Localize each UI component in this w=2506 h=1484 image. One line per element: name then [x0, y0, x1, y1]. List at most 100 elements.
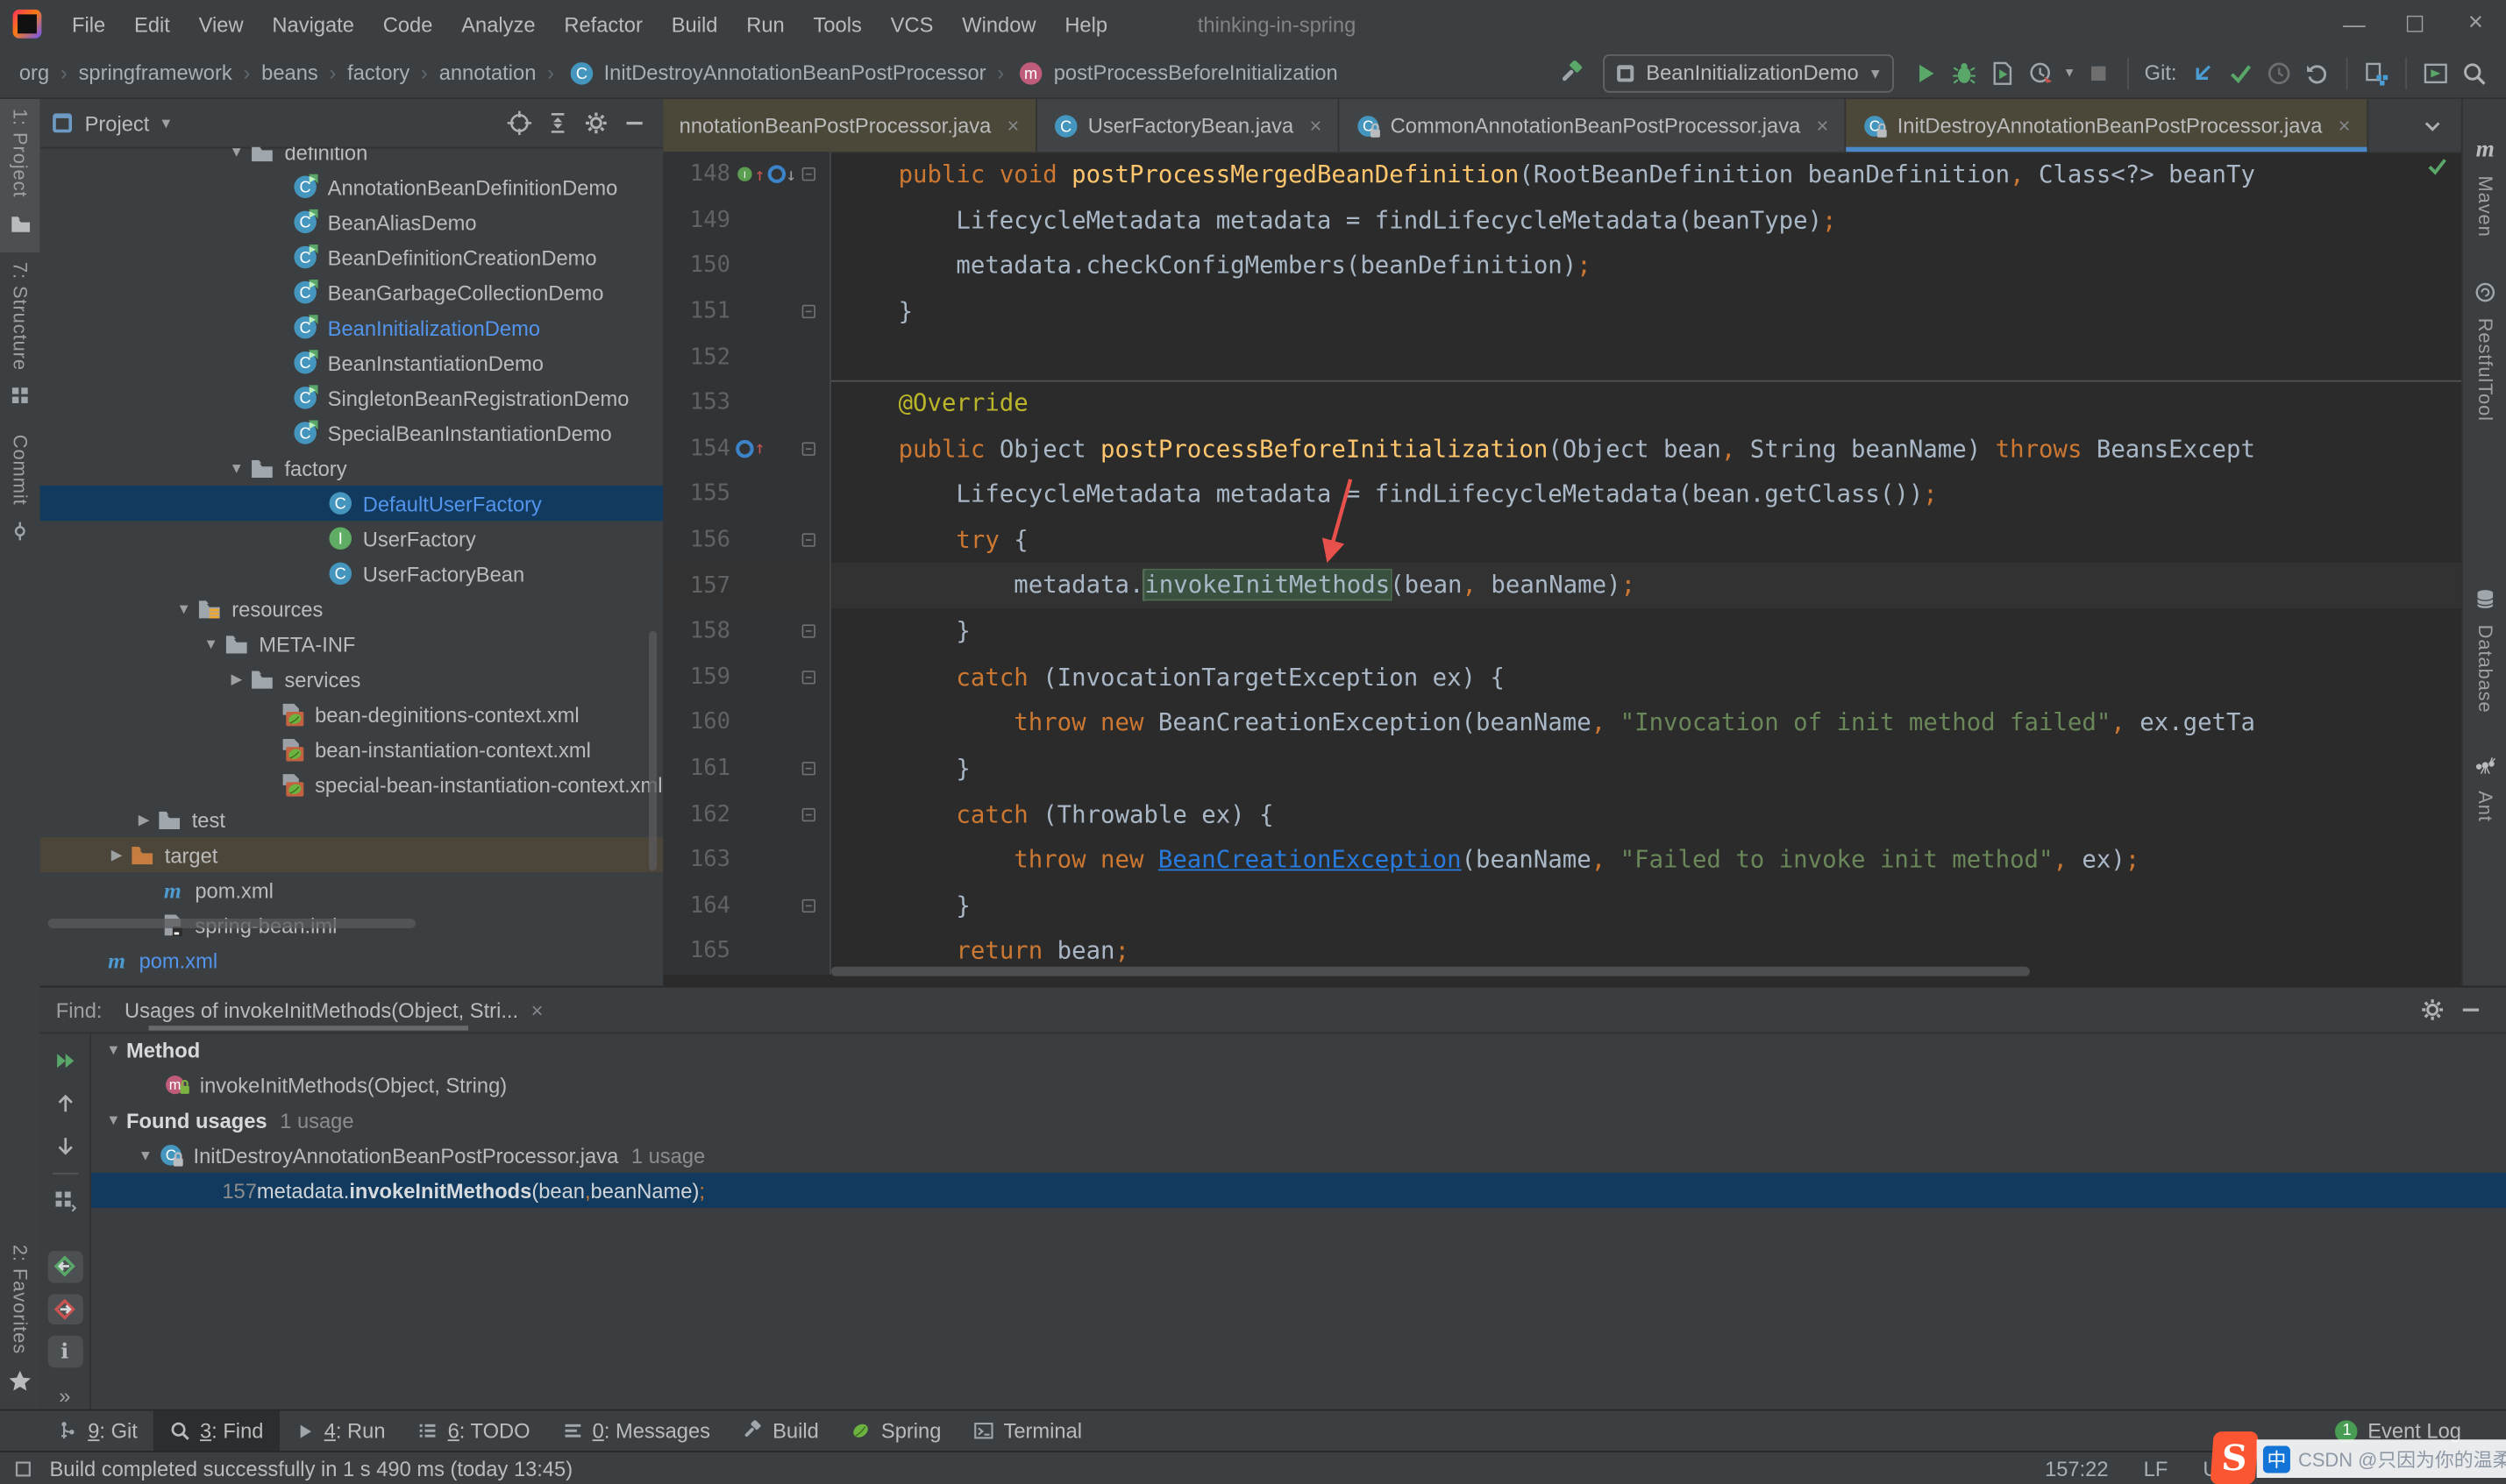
project-header-label[interactable]: Project [85, 111, 150, 135]
navigate-with-single-click-button[interactable] [47, 1251, 82, 1282]
tab-close-icon[interactable]: × [2339, 113, 2351, 137]
locate-file-button-icon[interactable] [501, 103, 539, 142]
toolwindow-0-messages[interactable]: 0: Messages [546, 1410, 726, 1451]
tree-expand-icon[interactable]: ▼ [224, 147, 249, 160]
line-number[interactable]: 153 [663, 390, 730, 415]
menu-navigate[interactable]: Navigate [258, 0, 368, 48]
tree-item-beaninitializationdemo[interactable]: C BeanInitializationDemo [40, 310, 664, 345]
tree-item-factory[interactable]: ▼ factory [40, 451, 664, 486]
fold-marker-icon[interactable] [796, 759, 822, 778]
find-settings-button-icon[interactable] [2413, 991, 2452, 1029]
menu-vcs[interactable]: VCS [876, 0, 948, 48]
line-number[interactable]: 152 [663, 344, 730, 370]
menu-run[interactable]: Run [732, 0, 799, 48]
find-file-item[interactable]: ▼CInitDestroyAnnotationBeanPostProcessor… [91, 1138, 2506, 1173]
find-usage-row[interactable]: 157 metadata.invokeInitMethods(bean, bea… [91, 1173, 2506, 1208]
toolwindow-9-git[interactable]: 9: Git [41, 1410, 153, 1451]
editor-line-157[interactable]: 157 metadata.invokeInitMethods(bean, bea… [663, 563, 2461, 608]
fold-marker-icon[interactable] [796, 302, 822, 322]
window-square-icon[interactable] [13, 1458, 34, 1479]
tab-initdestroyannotationbeanpostprocessor-java[interactable]: C InitDestroyAnnotationBeanPostProcessor… [1846, 99, 2367, 152]
tree-item-meta-inf[interactable]: ▼ META-INF [40, 627, 664, 662]
editor-line-155[interactable]: 155 LifecycleMetadata metadata = findLif… [663, 472, 2461, 517]
run-anything-button-icon[interactable] [2417, 53, 2455, 92]
fold-marker-icon[interactable] [796, 805, 822, 824]
line-number[interactable]: 151 [663, 299, 730, 324]
git-commit-button-icon[interactable] [2222, 53, 2260, 92]
tree-expand-icon[interactable]: ▶ [224, 671, 249, 688]
tabs-list-chevron-icon[interactable] [2413, 106, 2452, 145]
menu-code[interactable]: Code [368, 0, 446, 48]
menu-edit[interactable]: Edit [120, 0, 185, 48]
project-vertical-scrollbar[interactable] [649, 631, 657, 870]
line-number[interactable]: 156 [663, 528, 730, 553]
caret-position[interactable]: 157:22 [2045, 1456, 2108, 1480]
editor-body[interactable]: 148 I↑↓ public void postProcessMergedBea… [663, 152, 2461, 985]
editor-line-153[interactable]: 153 @Override [663, 380, 2461, 426]
tree-item-annotationbeandefinitiondemo[interactable]: C AnnotationBeanDefinitionDemo [40, 169, 664, 204]
tree-item-beangarbagecollectiondemo[interactable]: C BeanGarbageCollectionDemo [40, 275, 664, 310]
editor-line-159[interactable]: 159 catch (InvocationTargetException ex)… [663, 654, 2461, 699]
project-horizontal-scrollbar[interactable] [48, 919, 416, 928]
fold-marker-icon[interactable] [796, 668, 822, 687]
implementing-method-icon[interactable]: I↑ [735, 164, 765, 185]
tree-item-beaninstantiationdemo[interactable]: C BeanInstantiationDemo [40, 345, 664, 380]
breadcrumb-item[interactable]: org [16, 60, 53, 84]
line-number[interactable]: 163 [663, 847, 730, 872]
tree-item-target[interactable]: ▶ target [40, 837, 664, 872]
tab-commonannotationbeanpostprocessor-java[interactable]: C CommonAnnotationBeanPostProcessor.java… [1339, 99, 1846, 152]
tree-item-beanaliasdemo[interactable]: C BeanAliasDemo [40, 204, 664, 239]
compare-button-icon[interactable] [2357, 53, 2396, 92]
toolwindow-terminal[interactable]: Terminal [958, 1410, 1099, 1451]
line-number[interactable]: 165 [663, 939, 730, 964]
git-rollback-button-icon[interactable] [2298, 53, 2337, 92]
line-number[interactable]: 148 [663, 162, 730, 188]
editor-line-162[interactable]: 162 catch (Throwable ex) { [663, 792, 2461, 837]
tree-item-test[interactable]: ▶ test [40, 802, 664, 837]
fold-marker-icon[interactable] [796, 439, 822, 458]
fold-marker-icon[interactable] [796, 530, 822, 550]
hide-panel-button-icon[interactable] [616, 103, 654, 142]
tree-item-userfactorybean[interactable]: C UserFactoryBean [40, 556, 664, 591]
line-number[interactable]: 164 [663, 893, 730, 919]
line-number[interactable]: 149 [663, 208, 730, 233]
menu-analyze[interactable]: Analyze [447, 0, 550, 48]
toolwindow-build[interactable]: Build [726, 1410, 835, 1451]
editor-line-148[interactable]: 148 I↑↓ public void postProcessMergedBea… [663, 152, 2461, 197]
line-number[interactable]: 154 [663, 436, 730, 461]
tree-expand-icon[interactable]: ▼ [198, 635, 224, 651]
toolwindow-3-find[interactable]: 3: Find [153, 1410, 280, 1451]
collapse-all-button-icon[interactable] [538, 103, 577, 142]
minimize-button[interactable]: — [2324, 0, 2384, 48]
find-tab-label[interactable]: Usages of invokeInitMethods(Object, Stri… [125, 998, 518, 1021]
rerun-search-button[interactable] [47, 1045, 82, 1076]
menu-refactor[interactable]: Refactor [550, 0, 657, 48]
run-button-icon[interactable] [1906, 53, 1945, 92]
profiler-chevron-icon[interactable]: ▼ [2063, 66, 2075, 80]
git-update-button-icon[interactable] [2183, 53, 2222, 92]
tab-close-icon[interactable]: × [1309, 113, 1321, 137]
breadcrumb-item[interactable]: factory [345, 60, 413, 84]
breadcrumb-item[interactable]: CInitDestroyAnnotationBeanPostProcessor [562, 53, 989, 92]
editor-line-156[interactable]: 156 try { [663, 517, 2461, 563]
tree-item-resources[interactable]: ▼ resources [40, 591, 664, 626]
preview-usages-button[interactable]: i [47, 1337, 82, 1368]
breadcrumb-item[interactable]: springframework [75, 60, 235, 84]
fold-marker-icon[interactable] [796, 621, 822, 641]
line-number[interactable]: 158 [663, 619, 730, 644]
tab-nnotationbeanpostprocessor-java[interactable]: nnotationBeanPostProcessor.java× [663, 99, 1036, 152]
editor-line-149[interactable]: 149 LifecycleMetadata metadata = findLif… [663, 197, 2461, 243]
line-number[interactable]: 150 [663, 253, 730, 279]
run-configuration-select[interactable]: BeanInitializationDemo ▼ [1603, 53, 1894, 92]
overridden-method-icon[interactable]: ↓ [766, 164, 796, 185]
tree-item-pom-xml[interactable]: m pom.xml [40, 942, 664, 977]
toolwindow-spring[interactable]: Spring [835, 1410, 958, 1451]
next-occurrence-button[interactable] [47, 1131, 82, 1162]
more-options-button[interactable]: » [47, 1379, 82, 1410]
tree-item-definition[interactable]: ▼ definition [40, 147, 664, 170]
tree-item-userfactory[interactable]: I UserFactory [40, 521, 664, 556]
build-hammer-icon[interactable] [1552, 53, 1591, 92]
stripe-commit[interactable]: Commit [0, 424, 40, 559]
line-number[interactable]: 155 [663, 481, 730, 507]
stripe-maven[interactable]: mMaven [2463, 122, 2506, 247]
